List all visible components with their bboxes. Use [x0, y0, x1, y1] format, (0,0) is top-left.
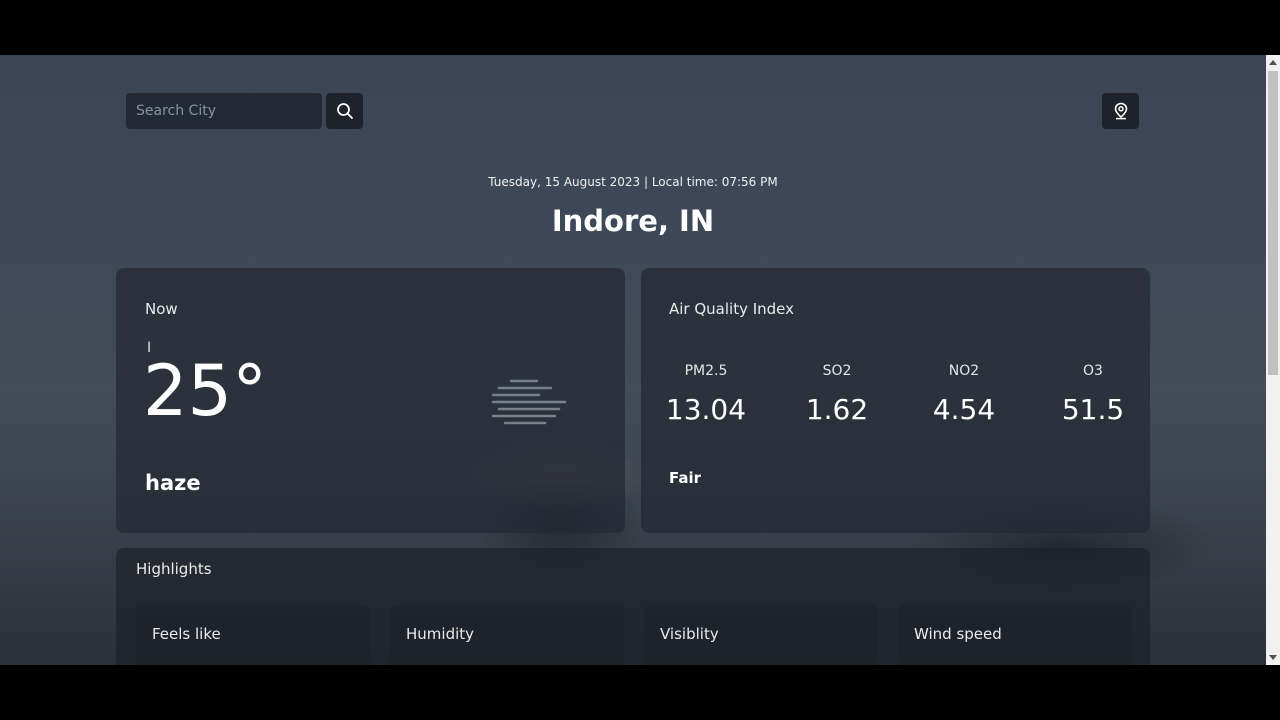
aqi-label: PM2.5: [684, 363, 728, 379]
highlight-label: Feels like: [152, 625, 221, 643]
haze-icon: [491, 379, 567, 425]
current-location-button[interactable]: [1102, 93, 1139, 129]
current-weather-card: Now 25° haze: [116, 268, 625, 533]
aqi-item-no2: NO2 4.54: [909, 363, 1019, 426]
aqi-label: NO2: [948, 363, 980, 379]
highlights-title: Highlights: [136, 560, 212, 578]
highlight-label: Visiblity: [660, 625, 719, 643]
search-icon: [336, 103, 353, 119]
date-time-line: Tuesday, 15 August 2023 | Local time: 07…: [488, 175, 778, 189]
highlight-humidity: Humidity: [390, 605, 624, 665]
aqi-item-o3: O3 51.5: [1038, 363, 1148, 426]
aqi-status: Fair: [669, 469, 702, 487]
aqi-item-so2: SO2 1.62: [782, 363, 892, 426]
weather-page: Tuesday, 15 August 2023 | Local time: 07…: [0, 55, 1266, 665]
now-title: Now: [145, 300, 178, 318]
search-button[interactable]: [326, 93, 363, 129]
scroll-down-arrow-icon[interactable]: [1269, 655, 1277, 660]
city-name: Indore, IN: [551, 204, 715, 238]
scroll-up-arrow-icon[interactable]: [1269, 60, 1277, 65]
highlights-card: Highlights Feels like Humidity Visiblity…: [116, 548, 1150, 665]
temperature-value: 25°: [143, 350, 268, 432]
aqi-label: SO2: [822, 363, 852, 379]
location-pin-icon: [1114, 102, 1127, 120]
aqi-label: O3: [1083, 363, 1103, 379]
aqi-value: 1.62: [805, 393, 869, 426]
air-quality-card: Air Quality Index PM2.5 13.04 SO2 1.62 N…: [641, 268, 1150, 533]
weather-description: haze: [145, 471, 201, 495]
aqi-item-pm25: PM2.5 13.04: [651, 363, 761, 426]
page-scrollbar[interactable]: [1266, 55, 1280, 665]
aqi-title: Air Quality Index: [669, 300, 795, 318]
aqi-value: 13.04: [665, 393, 747, 426]
highlight-label: Wind speed: [914, 625, 1002, 643]
highlight-feels-like: Feels like: [136, 605, 370, 665]
search-input[interactable]: [126, 93, 322, 129]
text-cursor-icon: I: [147, 340, 152, 356]
highlight-visibility: Visiblity: [644, 605, 878, 665]
highlight-wind-speed: Wind speed: [898, 605, 1132, 665]
highlight-label: Humidity: [406, 625, 475, 643]
aqi-value: 51.5: [1061, 393, 1125, 426]
aqi-value: 4.54: [932, 393, 996, 426]
scrollbar-thumb[interactable]: [1268, 71, 1278, 375]
